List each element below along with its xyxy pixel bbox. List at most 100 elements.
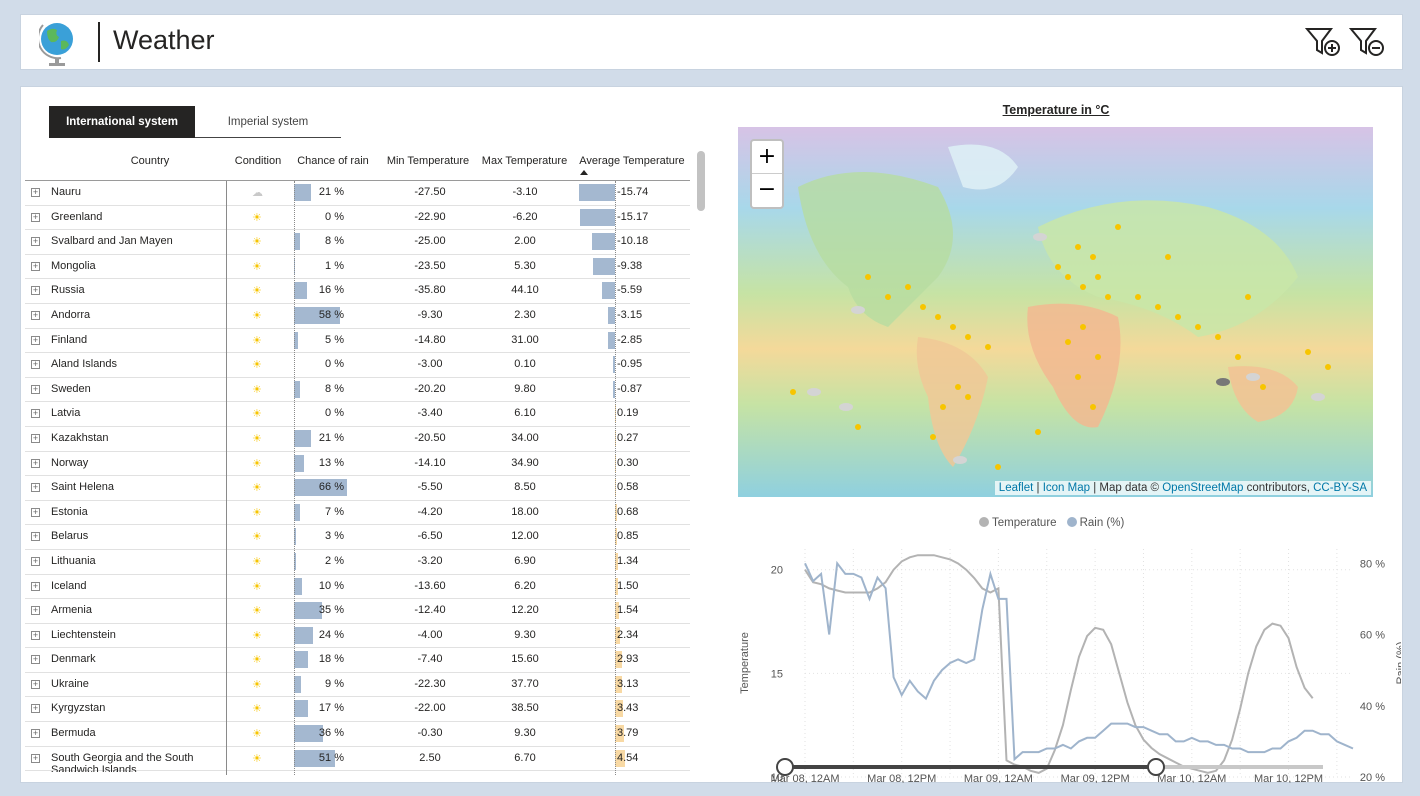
table-row[interactable]: + Finland ☀ 5 % -14.80 31.00 -2.85 (25, 329, 690, 354)
table-row[interactable]: + Bermuda ☀ 36 % -0.30 9.30 3.79 (25, 722, 690, 747)
row-expand-icon[interactable]: + (31, 458, 40, 468)
table-row[interactable]: + Denmark ☀ 18 % -7.40 15.60 2.93 (25, 648, 690, 673)
weather-map[interactable]: + − Leaflet | Icon Map | Map data © Open… (738, 127, 1373, 497)
temperature-line[interactable] (804, 554, 1314, 774)
avg-temperature-value: -15.74 (617, 186, 649, 198)
time-range-start-handle[interactable] (776, 758, 794, 776)
chance-of-rain-value: 66 % (318, 481, 344, 494)
icon-map-link[interactable]: Icon Map (1043, 482, 1090, 494)
y-left-tick-label: 20 (771, 565, 783, 577)
row-expand-icon[interactable]: + (31, 384, 40, 394)
filter-remove-icon[interactable] (1349, 26, 1385, 58)
country-name: Finland (51, 333, 88, 346)
chance-of-rain-value: 21 % (318, 431, 344, 444)
avg-temperature-value: 2.93 (617, 653, 639, 666)
row-expand-icon[interactable]: + (31, 630, 40, 640)
row-expand-icon[interactable]: + (31, 433, 40, 443)
table-row[interactable]: + Aland Islands ☀ 0 % -3.00 0.10 -0.95 (25, 353, 690, 378)
sun-icon: ☀ (252, 555, 262, 568)
table-row[interactable]: + Belarus ☀ 3 % -6.50 12.00 0.85 (25, 525, 690, 550)
col-header-min-temperature[interactable]: Min Temperature (383, 155, 473, 167)
row-expand-icon[interactable]: + (31, 286, 40, 296)
sun-icon: ☀ (252, 728, 262, 741)
row-expand-icon[interactable]: + (31, 532, 40, 542)
table-row[interactable]: + South Georgia and the South Sandwich Is… (25, 747, 690, 772)
row-expand-icon[interactable]: + (31, 679, 40, 689)
rain-line[interactable] (804, 560, 1354, 762)
avg-temperature-value: 1.54 (617, 604, 639, 617)
country-name: Russia (51, 284, 85, 297)
row-expand-icon[interactable]: + (31, 335, 40, 345)
table-row[interactable]: + Sweden ☀ 8 % -20.20 9.80 -0.87 (25, 378, 690, 403)
col-header-max-temperature[interactable]: Max Temperature (477, 155, 572, 167)
row-expand-icon[interactable]: + (31, 237, 40, 247)
col-header-country[interactable]: Country (100, 155, 200, 167)
chance-of-rain-value: 36 % (318, 727, 344, 740)
column-divider (226, 181, 227, 775)
weather-line-chart[interactable]: 10152020 %40 %60 %80 %Mar 08, 12AM Mar 08… (711, 537, 1401, 783)
max-temperature-value: 6.90 (514, 554, 536, 567)
legend-item-rain[interactable]: Rain (%) (1066, 517, 1124, 529)
avg-temperature-bar (580, 208, 615, 226)
table-row[interactable]: + Kazakhstan ☀ 21 % -20.50 34.00 0.27 (25, 427, 690, 452)
rain-axis-line (294, 181, 295, 775)
openstreetmap-link[interactable]: OpenStreetMap (1162, 482, 1243, 494)
col-header-average-temperature[interactable]: Average Temperature (577, 155, 687, 167)
row-expand-icon[interactable]: + (31, 483, 40, 493)
filter-add-icon[interactable] (1305, 26, 1341, 58)
legend-item-temperature[interactable]: Temperature (979, 517, 1057, 529)
table-row[interactable]: + Armenia ☀ 35 % -12.40 12.20 1.54 (25, 599, 690, 624)
col-header-chance-of-rain[interactable]: Chance of rain (293, 155, 373, 167)
attribution-separator: | (1033, 482, 1043, 494)
row-expand-icon[interactable]: + (31, 655, 40, 665)
row-expand-icon[interactable]: + (31, 753, 40, 763)
table-row[interactable]: + Mongolia ☀ 1 % -23.50 5.30 -9.38 (25, 255, 690, 280)
row-expand-icon[interactable]: + (31, 310, 40, 320)
sun-icon: ☀ (252, 629, 262, 642)
table-row[interactable]: + Kyrgyzstan ☀ 17 % -22.00 38.50 3.43 (25, 697, 690, 723)
zoom-out-button[interactable]: − (752, 174, 782, 207)
chance-of-rain-value: 13 % (318, 456, 344, 469)
row-expand-icon[interactable]: + (31, 360, 40, 370)
row-expand-icon[interactable]: + (31, 581, 40, 591)
row-expand-icon[interactable]: + (31, 188, 40, 197)
table-row[interactable]: + Andorra ☀ 58 % -9.30 2.30 -3.15 (25, 304, 690, 329)
row-expand-icon[interactable]: + (31, 606, 40, 616)
row-expand-icon[interactable]: + (31, 507, 40, 517)
attribution-text: | Map data © (1090, 482, 1163, 494)
row-expand-icon[interactable]: + (31, 409, 40, 419)
table-row[interactable]: + Svalbard and Jan Mayen ☀ 8 % -25.00 2.00 -10… (25, 230, 690, 255)
table-row[interactable]: + Nauru ☁ 21 % -27.50 -3.10 -15.74 (25, 181, 690, 206)
table-row[interactable]: + Saint Helena ☀ 66 % -5.50 8.50 0.58 (25, 476, 690, 501)
table-row[interactable]: + Liechtenstein ☀ 24 % -4.00 9.30 2.34 (25, 624, 690, 649)
table-scrollbar[interactable] (697, 151, 705, 211)
table-row[interactable]: + Russia ☀ 16 % -35.80 44.10 -5.59 (25, 279, 690, 304)
country-name: Armenia (51, 604, 92, 617)
cc-by-sa-link[interactable]: CC-BY-SA (1313, 482, 1367, 494)
table-row[interactable]: + Estonia ☀ 7 % -4.20 18.00 0.68 (25, 501, 690, 526)
sort-ascending-icon (580, 170, 588, 175)
min-temperature-value: -25.00 (414, 235, 446, 248)
tab-imperial-system[interactable]: Imperial system (195, 106, 341, 138)
row-expand-icon[interactable]: + (31, 212, 40, 222)
max-temperature-value: 9.30 (514, 727, 536, 740)
row-expand-icon[interactable]: + (31, 261, 40, 271)
row-expand-icon[interactable]: + (31, 556, 40, 566)
tab-international-system[interactable]: International system (49, 106, 195, 138)
leaflet-link[interactable]: Leaflet (999, 482, 1034, 494)
zoom-in-button[interactable]: + (752, 141, 782, 174)
table-row[interactable]: + Lithuania ☀ 2 % -3.20 6.90 1.34 (25, 550, 690, 575)
legend-dot-temperature (979, 517, 989, 527)
col-header-condition[interactable]: Condition (228, 155, 288, 167)
table-row[interactable]: + Norway ☀ 13 % -14.10 34.90 0.30 (25, 452, 690, 477)
row-expand-icon[interactable]: + (31, 729, 40, 739)
chance-of-rain-value: 8 % (325, 235, 344, 248)
table-row[interactable]: + Iceland ☀ 10 % -13.60 6.20 1.50 (25, 575, 690, 600)
chance-of-rain-value: 0 % (325, 358, 344, 371)
table-row[interactable]: + Latvia ☀ 0 % -3.40 6.10 0.19 (25, 402, 690, 427)
table-row[interactable]: + Ukraine ☀ 9 % -22.30 37.70 3.13 (25, 673, 690, 698)
country-name: Kyrgyzstan (51, 702, 106, 715)
row-expand-icon[interactable]: + (31, 704, 40, 714)
avg-temperature-value: 0.27 (617, 431, 639, 444)
table-row[interactable]: + Greenland ☀ 0 % -22.90 -6.20 -15.17 (25, 206, 690, 231)
